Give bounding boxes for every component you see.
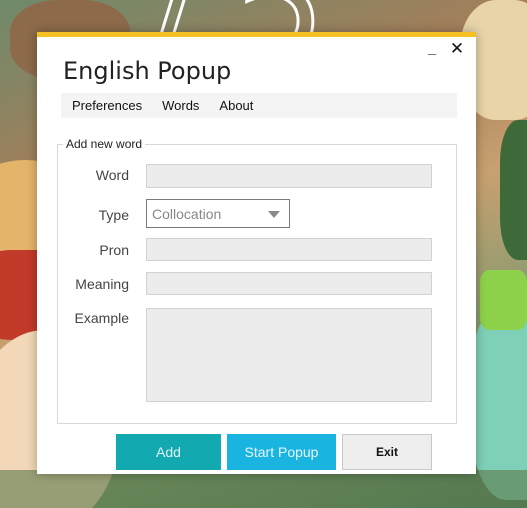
- menu-item-about[interactable]: About: [210, 98, 262, 113]
- word-input[interactable]: [146, 164, 432, 188]
- wallpaper-shape: [480, 270, 527, 330]
- type-select[interactable]: Collocation: [146, 199, 290, 228]
- add-button[interactable]: Add: [116, 434, 221, 470]
- menu-item-words[interactable]: Words: [153, 98, 208, 113]
- type-selected-value: Collocation: [152, 206, 222, 222]
- start-popup-button[interactable]: Start Popup: [227, 434, 336, 470]
- meaning-input[interactable]: [146, 272, 432, 295]
- word-label: Word: [95, 167, 129, 183]
- example-textarea[interactable]: [146, 308, 432, 402]
- pron-input[interactable]: [146, 238, 432, 261]
- pron-label: Pron: [99, 242, 129, 258]
- exit-button[interactable]: Exit: [342, 434, 432, 470]
- meaning-label: Meaning: [75, 276, 129, 292]
- example-label: Example: [74, 310, 129, 326]
- minimize-icon[interactable]: _: [421, 39, 443, 59]
- wallpaper-shape: [500, 120, 527, 260]
- window-title: English Popup: [63, 57, 232, 85]
- app-window: _ ✕ English Popup Preferences Words Abou…: [37, 32, 476, 474]
- wallpaper-shape: [0, 470, 527, 508]
- menu-bar: Preferences Words About: [61, 93, 457, 118]
- close-icon[interactable]: ✕: [446, 39, 468, 59]
- group-legend: Add new word: [63, 137, 146, 151]
- type-label: Type: [98, 207, 129, 223]
- chevron-down-icon: [268, 211, 280, 218]
- menu-item-preferences[interactable]: Preferences: [63, 98, 151, 113]
